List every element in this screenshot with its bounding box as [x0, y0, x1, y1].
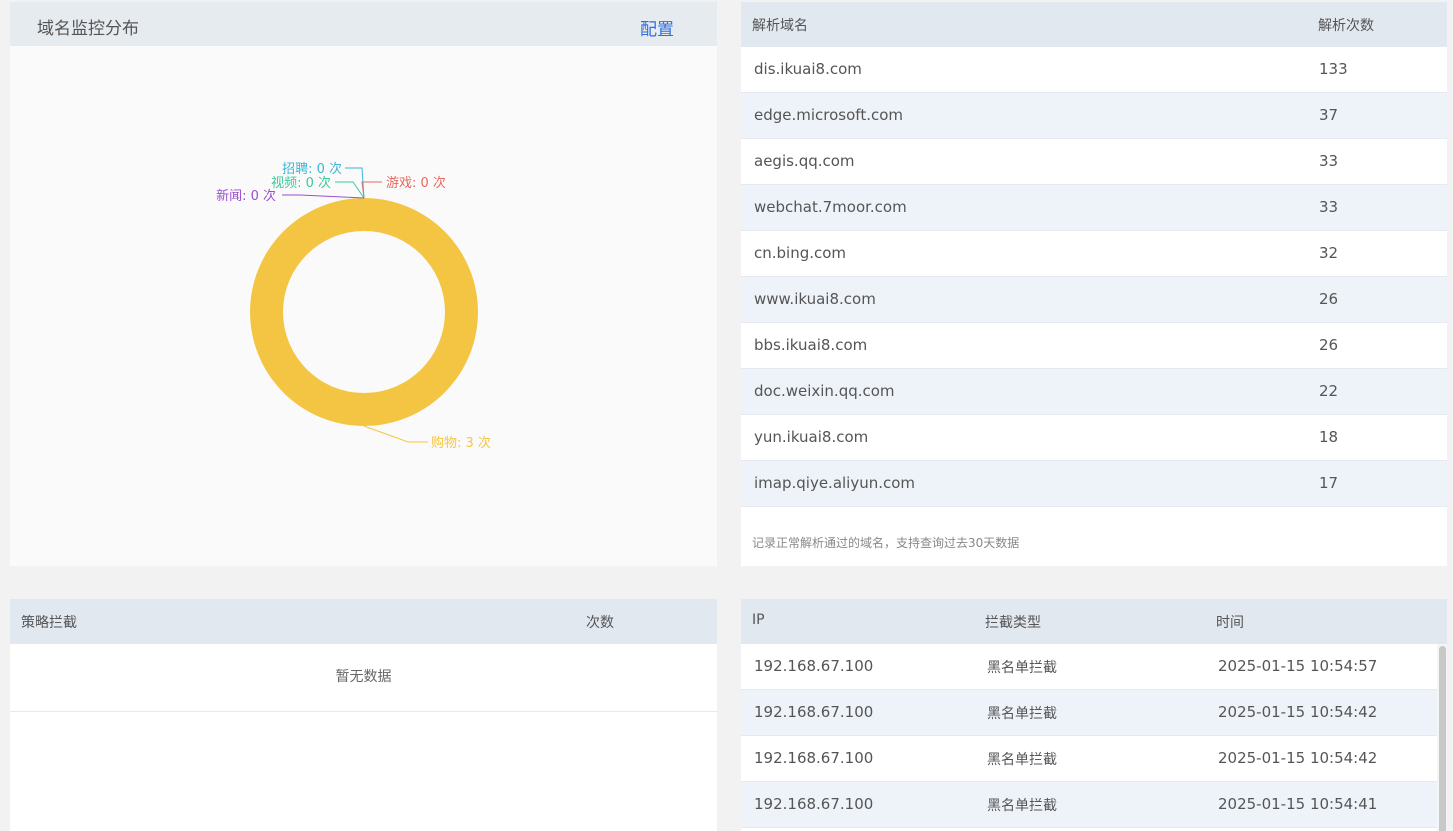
table-row[interactable]: 192.168.67.100 黑名单拦截 2025-01-15 10:54:42 — [741, 690, 1447, 736]
table-row[interactable]: 192.168.67.100 黑名单拦截 2025-01-15 10:54:42 — [741, 736, 1447, 782]
domain-cell: webchat.7moor.com — [754, 198, 907, 216]
table-row[interactable]: edge.microsoft.com 37 — [741, 93, 1447, 139]
donut-chart: 购物: 3 次 游戏: 0 次 招聘: 0 次视频: 0 次新闻: 0 次 — [216, 161, 491, 451]
scrollbar-thumb[interactable] — [1439, 646, 1446, 831]
block-type-cell: 黑名单拦截 — [987, 798, 1057, 814]
panel-title: 域名监控分布 — [37, 19, 139, 39]
count-cell: 37 — [1319, 106, 1339, 124]
panel-header: 域名监控分布 配置 — [10, 2, 717, 46]
leader-line-3 — [335, 181, 365, 199]
block-type-cell: 黑名单拦截 — [987, 752, 1057, 768]
header-count: 次数 — [586, 615, 614, 631]
header-policy: 策略拦截 — [21, 615, 77, 631]
domain-cell: cn.bing.com — [754, 244, 847, 262]
slice-label-4: 新闻: 0 次 — [216, 188, 276, 204]
table-row[interactable]: yun.ikuai8.com 18 — [741, 415, 1447, 461]
scrollbar[interactable] — [1437, 644, 1447, 831]
domain-cell: dis.ikuai8.com — [754, 60, 862, 78]
donut-slice-0[interactable] — [250, 198, 478, 426]
slice-label-1: 游戏: 0 次 — [386, 175, 446, 191]
count-cell: 33 — [1319, 198, 1339, 216]
block-type-cell: 黑名单拦截 — [987, 660, 1057, 676]
domain-cell: bbs.ikuai8.com — [754, 336, 868, 354]
ip-cell: 192.168.67.100 — [754, 657, 874, 675]
table-row[interactable]: aegis.qq.com 33 — [741, 139, 1447, 185]
ip-cell: 192.168.67.100 — [754, 749, 874, 767]
table-note: 记录正常解析通过的域名，支持查询过去30天数据 — [752, 536, 1020, 550]
domain-resolution-table: 解析域名 解析次数 dis.ikuai8.com 133 edge.microsof… — [741, 2, 1447, 566]
header-time: 时间 — [1216, 615, 1244, 631]
count-cell: 26 — [1319, 336, 1339, 354]
leader-line-4 — [282, 194, 365, 199]
empty-state: 暂无数据 — [10, 644, 717, 712]
count-cell: 133 — [1319, 60, 1348, 78]
domain-cell: edge.microsoft.com — [754, 106, 904, 124]
policy-block-table: 策略拦截 次数 暂无数据 — [10, 599, 717, 831]
time-cell: 2025-01-15 10:54:57 — [1218, 657, 1378, 675]
ip-cell: 192.168.67.100 — [754, 795, 874, 813]
table-row[interactable]: webchat.7moor.com 33 — [741, 185, 1447, 231]
table-row[interactable]: cn.bing.com 32 — [741, 231, 1447, 277]
time-cell: 2025-01-15 10:54:42 — [1218, 749, 1378, 767]
ip-cell: 192.168.67.100 — [754, 703, 874, 721]
count-cell: 32 — [1319, 244, 1339, 262]
config-link[interactable]: 配置 — [640, 15, 674, 40]
domain-monitor-panel: 域名监控分布 配置 购物: 3 次 游戏: 0 次 招聘: 0 次视频: 0 次新闻… — [10, 2, 717, 566]
count-cell: 22 — [1319, 382, 1339, 400]
count-cell: 33 — [1319, 152, 1339, 170]
domain-cell: imap.qiye.aliyun.com — [754, 474, 916, 492]
time-cell: 2025-01-15 10:54:42 — [1218, 703, 1378, 721]
table-header: IP 拦截类型 时间 — [741, 599, 1447, 644]
block-type-cell: 黑名单拦截 — [987, 706, 1057, 722]
table-row[interactable]: bbs.ikuai8.com 26 — [741, 323, 1447, 369]
table-row[interactable]: dis.ikuai8.com 133 — [741, 47, 1447, 93]
count-cell: 17 — [1319, 474, 1339, 492]
leader-line-1 — [361, 181, 382, 199]
table-row[interactable]: www.ikuai8.com 26 — [741, 277, 1447, 323]
table-row[interactable]: 192.168.67.100 黑名单拦截 2025-01-15 10:54:41 — [741, 782, 1447, 828]
time-cell: 2025-01-15 10:54:41 — [1218, 795, 1378, 813]
leader-line-0 — [363, 425, 428, 443]
block-log-table: IP 拦截类型 时间 192.168.67.100 黑名单拦截 2025-01-15… — [741, 599, 1447, 831]
domain-cell: yun.ikuai8.com — [754, 428, 869, 446]
table-header: 解析域名 解析次数 — [741, 2, 1447, 47]
slice-label-3: 视频: 0 次 — [271, 175, 331, 191]
header-count: 解析次数 — [1318, 18, 1374, 34]
slice-label-0: 购物: 3 次 — [431, 435, 491, 451]
header-block-type: 拦截类型 — [985, 615, 1041, 631]
header-ip: IP — [752, 612, 765, 628]
slice-label-2: 招聘: 0 次 — [282, 161, 342, 177]
table-row[interactable]: doc.weixin.qq.com 22 — [741, 369, 1447, 415]
domain-cell: doc.weixin.qq.com — [754, 382, 895, 400]
header-domain: 解析域名 — [752, 18, 808, 34]
table-row[interactable]: imap.qiye.aliyun.com 17 — [741, 461, 1447, 507]
table-row[interactable]: 192.168.67.100 黑名单拦截 2025-01-15 10:54:57 — [741, 644, 1447, 690]
domain-cell: aegis.qq.com — [754, 152, 855, 170]
domain-cell: www.ikuai8.com — [754, 290, 876, 308]
count-cell: 18 — [1319, 428, 1339, 446]
table-header: 策略拦截 次数 — [10, 599, 717, 644]
count-cell: 26 — [1319, 290, 1339, 308]
